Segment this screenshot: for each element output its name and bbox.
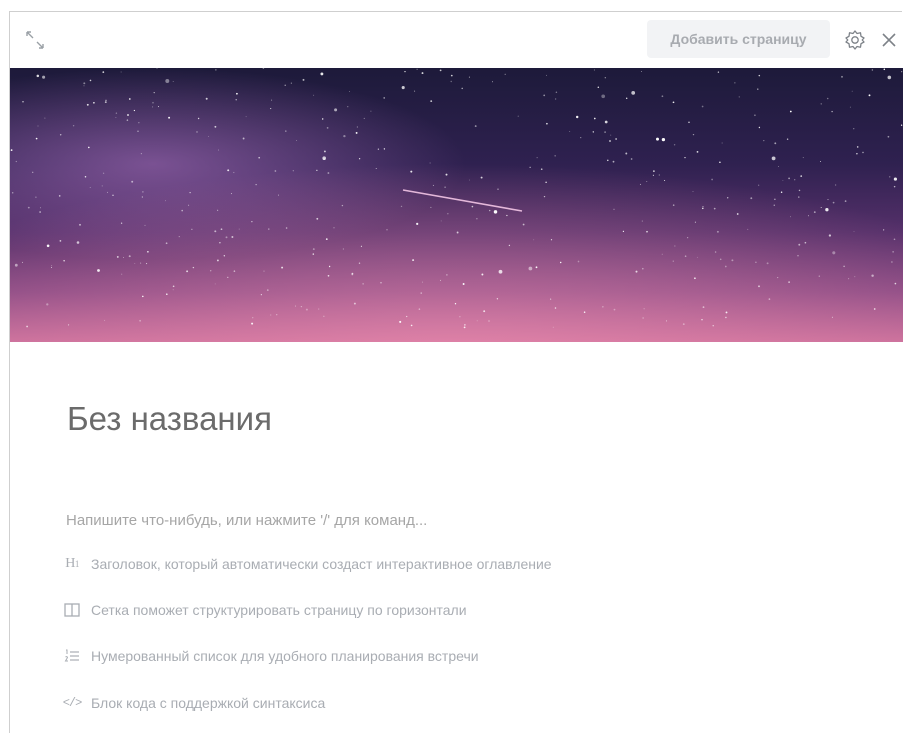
page-title[interactable]: Без названия — [67, 400, 272, 438]
hint-label: Сетка поможет структурировать страницу п… — [91, 602, 467, 618]
hint-label: Нумерованный список для удобного планиро… — [91, 648, 479, 664]
close-icon[interactable] — [879, 30, 899, 50]
add-page-button[interactable]: Добавить страницу — [647, 20, 830, 58]
code-icon: </> — [62, 696, 83, 710]
numbered-list-icon — [63, 648, 81, 664]
gear-icon[interactable] — [844, 29, 866, 51]
hint-numbered-list[interactable]: Нумерованный список для удобного планиро… — [63, 648, 479, 664]
content-placeholder[interactable]: Напишите что-нибудь, или нажмите '/' для… — [66, 512, 427, 529]
hint-code[interactable]: </> Блок кода с поддержкой синтаксиса — [62, 695, 326, 711]
hint-label: Заголовок, который автоматически создаст… — [91, 556, 552, 572]
cover-image[interactable] — [10, 68, 903, 342]
heading-icon: H1 — [65, 556, 79, 571]
grid-icon — [63, 602, 81, 618]
hint-label: Блок кода с поддержкой синтаксиса — [91, 695, 326, 711]
hint-heading[interactable]: H1 Заголовок, который автоматически созд… — [63, 556, 552, 572]
page-editor-panel: Добавить страницу Без названия Напишите … — [9, 11, 903, 733]
top-toolbar: Добавить страницу — [10, 12, 902, 68]
expand-icon[interactable] — [24, 29, 46, 51]
hint-grid[interactable]: Сетка поможет структурировать страницу п… — [63, 602, 467, 618]
